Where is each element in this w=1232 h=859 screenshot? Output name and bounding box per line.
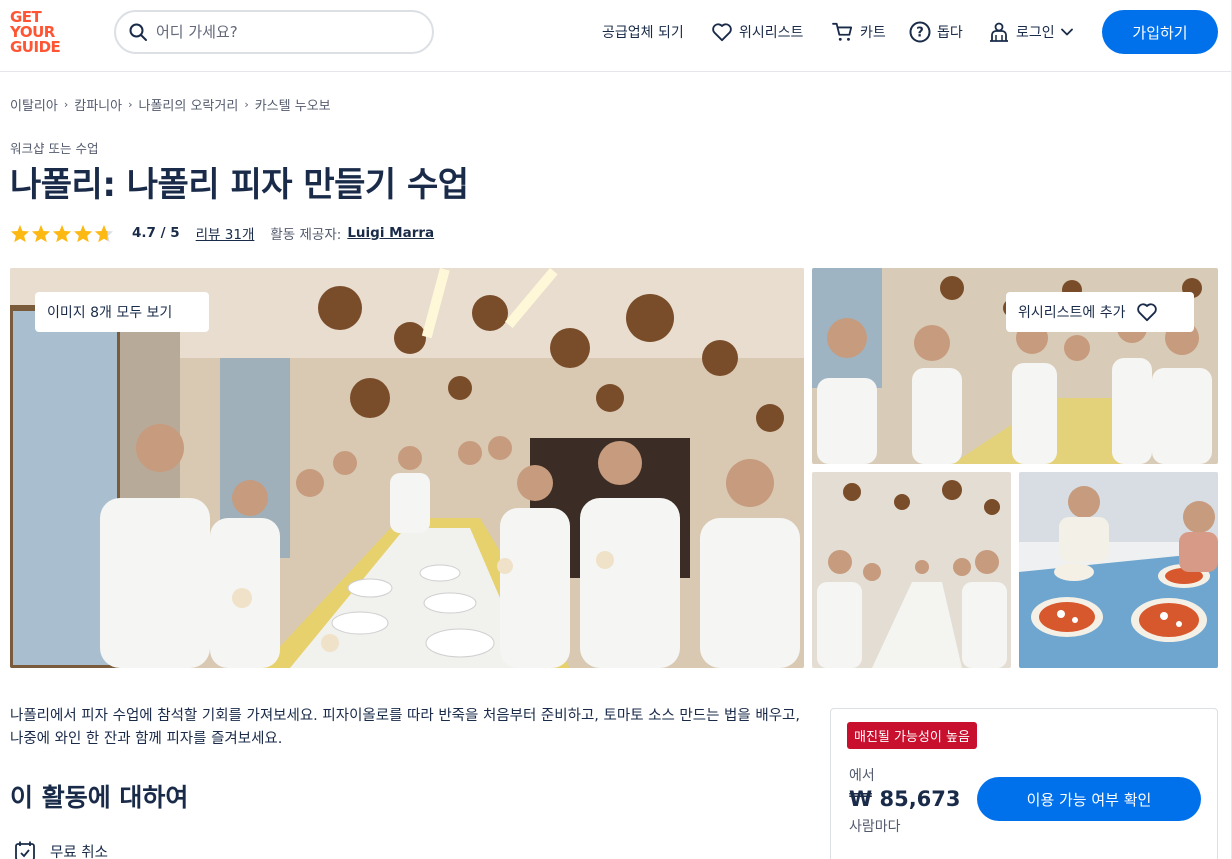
nav-wishlist-label: 위시리스트 xyxy=(739,25,804,41)
search-input[interactable] xyxy=(156,23,406,41)
star-icon xyxy=(31,224,51,242)
breadcrumb: 이탈리아 › 캄파니아 › 나폴리의 오락거리 › 카스텔 누오보 xyxy=(10,95,331,114)
user-group-icon xyxy=(990,22,1008,42)
feature-free-cancellation: 무료 취소 xyxy=(14,840,108,859)
booking-card: 매진될 가능성이 높음 에서 ₩ 85,673 사람마다 이용 가능 여부 확인 xyxy=(830,708,1218,859)
nav-help[interactable]: ? 돕다 xyxy=(909,20,963,44)
check-availability-button[interactable]: 이용 가능 여부 확인 xyxy=(977,777,1201,821)
nav-supplier-label: 공급업체 되기 xyxy=(602,25,684,41)
nav-cart-label: 카트 xyxy=(860,25,886,41)
breadcrumb-item[interactable]: 나폴리의 오락거리 xyxy=(139,95,239,114)
reviews-link[interactable]: 리뷰 31개 xyxy=(196,223,255,243)
provider-link[interactable]: Luigi Marra xyxy=(347,225,434,241)
search-icon xyxy=(129,23,147,41)
about-heading: 이 활동에 대하여 xyxy=(10,783,189,812)
nav-wishlist[interactable]: 위시리스트 xyxy=(711,20,803,44)
heart-icon xyxy=(1136,303,1157,322)
breadcrumb-item[interactable]: 캄파니아 xyxy=(74,95,122,114)
price-from-label: 에서 xyxy=(849,768,875,784)
nav-supplier[interactable]: 공급업체 되기 xyxy=(602,20,684,44)
chevron-right-icon: › xyxy=(63,98,69,111)
star-half-icon xyxy=(94,224,114,242)
activity-category: 워크샵 또는 수업 xyxy=(10,141,99,156)
add-to-wishlist-button[interactable]: 위시리스트에 추가 xyxy=(1006,292,1194,332)
cart-icon xyxy=(832,22,853,41)
likely-to-sell-out-badge: 매진될 가능성이 높음 xyxy=(847,722,977,749)
star-icon xyxy=(73,224,93,242)
help-icon: ? xyxy=(909,21,931,43)
chevron-right-icon: › xyxy=(128,98,133,111)
calendar-check-icon xyxy=(15,841,35,859)
getyourguide-logo[interactable]: GET YOUR GUIDE xyxy=(10,10,70,56)
activity-description: 나폴리에서 피자 수업에 참석할 기회를 가져보세요. 피자이올로를 따라 반죽… xyxy=(10,708,800,747)
view-all-images-button[interactable]: 이미지 8개 모두 보기 xyxy=(35,292,209,332)
price-value: ₩ 85,673 xyxy=(849,787,961,811)
gallery-photo-table[interactable] xyxy=(812,472,1011,668)
nav-help-label: 돕다 xyxy=(937,25,963,41)
add-to-wishlist-label: 위시리스트에 추가 xyxy=(1018,305,1126,321)
page-title: 나폴리: 나폴리 피자 만들기 수업 xyxy=(10,165,469,205)
nav-login[interactable]: 로그인 xyxy=(988,20,1073,44)
star-icon xyxy=(52,224,72,242)
provider-label: 활동 제공자: xyxy=(270,227,342,243)
price-per-person-label: 사람마다 xyxy=(849,819,901,835)
table-photo xyxy=(812,472,1011,668)
signup-button[interactable]: 가입하기 xyxy=(1102,10,1218,54)
star-rating xyxy=(10,224,114,243)
breadcrumb-item[interactable]: 이탈리아 xyxy=(10,95,58,114)
feature-label: 무료 취소 xyxy=(50,844,108,859)
logo-line-3: GUIDE xyxy=(10,38,61,56)
gallery-photo-pizzas[interactable] xyxy=(1019,472,1218,668)
rating-value: 4.7 / 5 xyxy=(132,225,180,241)
chevron-down-icon xyxy=(1060,28,1073,36)
star-icon xyxy=(10,224,30,242)
nav-login-label: 로그인 xyxy=(1016,25,1055,41)
rating-row: 4.7 / 5 리뷰 31개 활동 제공자: Luigi Marra xyxy=(10,222,434,244)
heart-icon xyxy=(712,23,732,42)
breadcrumb-item[interactable]: 카스텔 누오보 xyxy=(255,95,331,114)
chevron-right-icon: › xyxy=(244,98,249,111)
nav-cart[interactable]: 카트 xyxy=(832,20,886,44)
pizza-photo xyxy=(1019,472,1218,668)
svg-text:?: ? xyxy=(916,26,924,41)
header: GET YOUR GUIDE 공급업체 되기 위시리스트 카트 ? 돕다 로그인… xyxy=(0,0,1232,72)
search-bar[interactable] xyxy=(114,10,434,54)
